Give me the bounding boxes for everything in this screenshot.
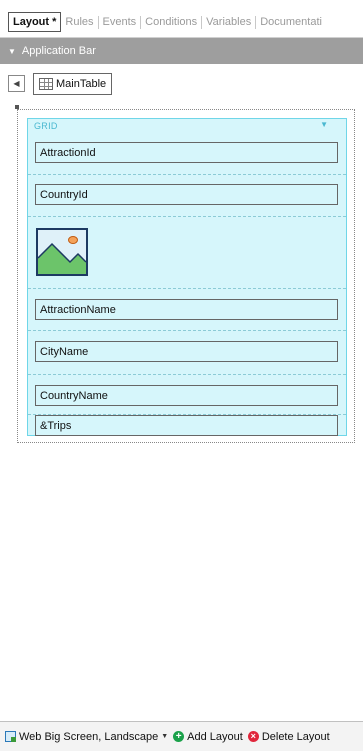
caret-down-icon: ▼ xyxy=(8,46,16,56)
delete-layout-label: Delete Layout xyxy=(261,730,330,743)
table-icon xyxy=(39,78,53,90)
cityname-field[interactable]: CityName xyxy=(35,341,338,362)
grid-control[interactable]: GRID ▼ AttractionId CountryId Attraction… xyxy=(27,118,347,436)
image-placeholder-graphic xyxy=(38,230,86,274)
layout-selector-label: Web Big Screen, Landscape xyxy=(19,730,159,743)
delete-layout-button[interactable]: × Delete Layout xyxy=(247,730,330,743)
image-icon[interactable] xyxy=(36,228,88,276)
grid-cell: &Trips xyxy=(28,415,346,436)
collapse-left-button[interactable]: ◀ xyxy=(8,75,25,92)
tab-documentation[interactable]: Documentati xyxy=(256,15,326,29)
add-layout-label: Add Layout xyxy=(187,730,243,743)
tabs-row: Layout * Rules Events Conditions Variabl… xyxy=(8,12,326,32)
caret-down-icon: ▼ xyxy=(161,733,169,740)
tab-layout[interactable]: Layout * xyxy=(8,12,62,32)
grid-cell: AttractionId xyxy=(28,133,346,175)
tab-events[interactable]: Events xyxy=(99,15,141,29)
grid-cell: AttractionName xyxy=(28,289,346,331)
tab-conditions[interactable]: Conditions xyxy=(141,15,201,29)
layout-selector[interactable]: Web Big Screen, Landscape ▼ xyxy=(5,731,168,743)
add-icon: + xyxy=(173,731,185,742)
grid-header: GRID ▼ xyxy=(28,119,346,133)
tab-rules[interactable]: Rules xyxy=(61,15,97,29)
grid-cell xyxy=(28,217,346,289)
countryid-field[interactable]: CountryId xyxy=(35,184,338,205)
delete-icon: × xyxy=(247,731,259,742)
main-table-label: MainTable xyxy=(56,78,107,90)
application-bar-label: Application Bar xyxy=(21,45,96,57)
status-bar: Web Big Screen, Landscape ▼ + Add Layout… xyxy=(0,721,363,751)
attractionname-field[interactable]: AttractionName xyxy=(35,299,338,320)
trips-field[interactable]: &Trips xyxy=(35,415,338,436)
chevron-left-icon: ◀ xyxy=(13,79,20,88)
attractionid-field[interactable]: AttractionId xyxy=(35,142,338,163)
screen-icon xyxy=(5,731,16,742)
grid-title: GRID xyxy=(34,121,58,131)
application-bar[interactable]: ▼ Application Bar xyxy=(0,38,363,64)
grid-cell: CountryName xyxy=(28,375,346,415)
add-layout-button[interactable]: + Add Layout xyxy=(173,731,243,743)
designer-tab-bar: Layout * Rules Events Conditions Variabl… xyxy=(0,0,363,38)
grid-cell: CountryId xyxy=(28,175,346,217)
chevron-down-icon[interactable]: ▼ xyxy=(320,120,328,129)
grid-cell: CityName xyxy=(28,331,346,375)
main-table-chip[interactable]: MainTable xyxy=(33,73,113,95)
tab-variables[interactable]: Variables xyxy=(202,15,255,29)
countryname-field[interactable]: CountryName xyxy=(35,385,338,406)
